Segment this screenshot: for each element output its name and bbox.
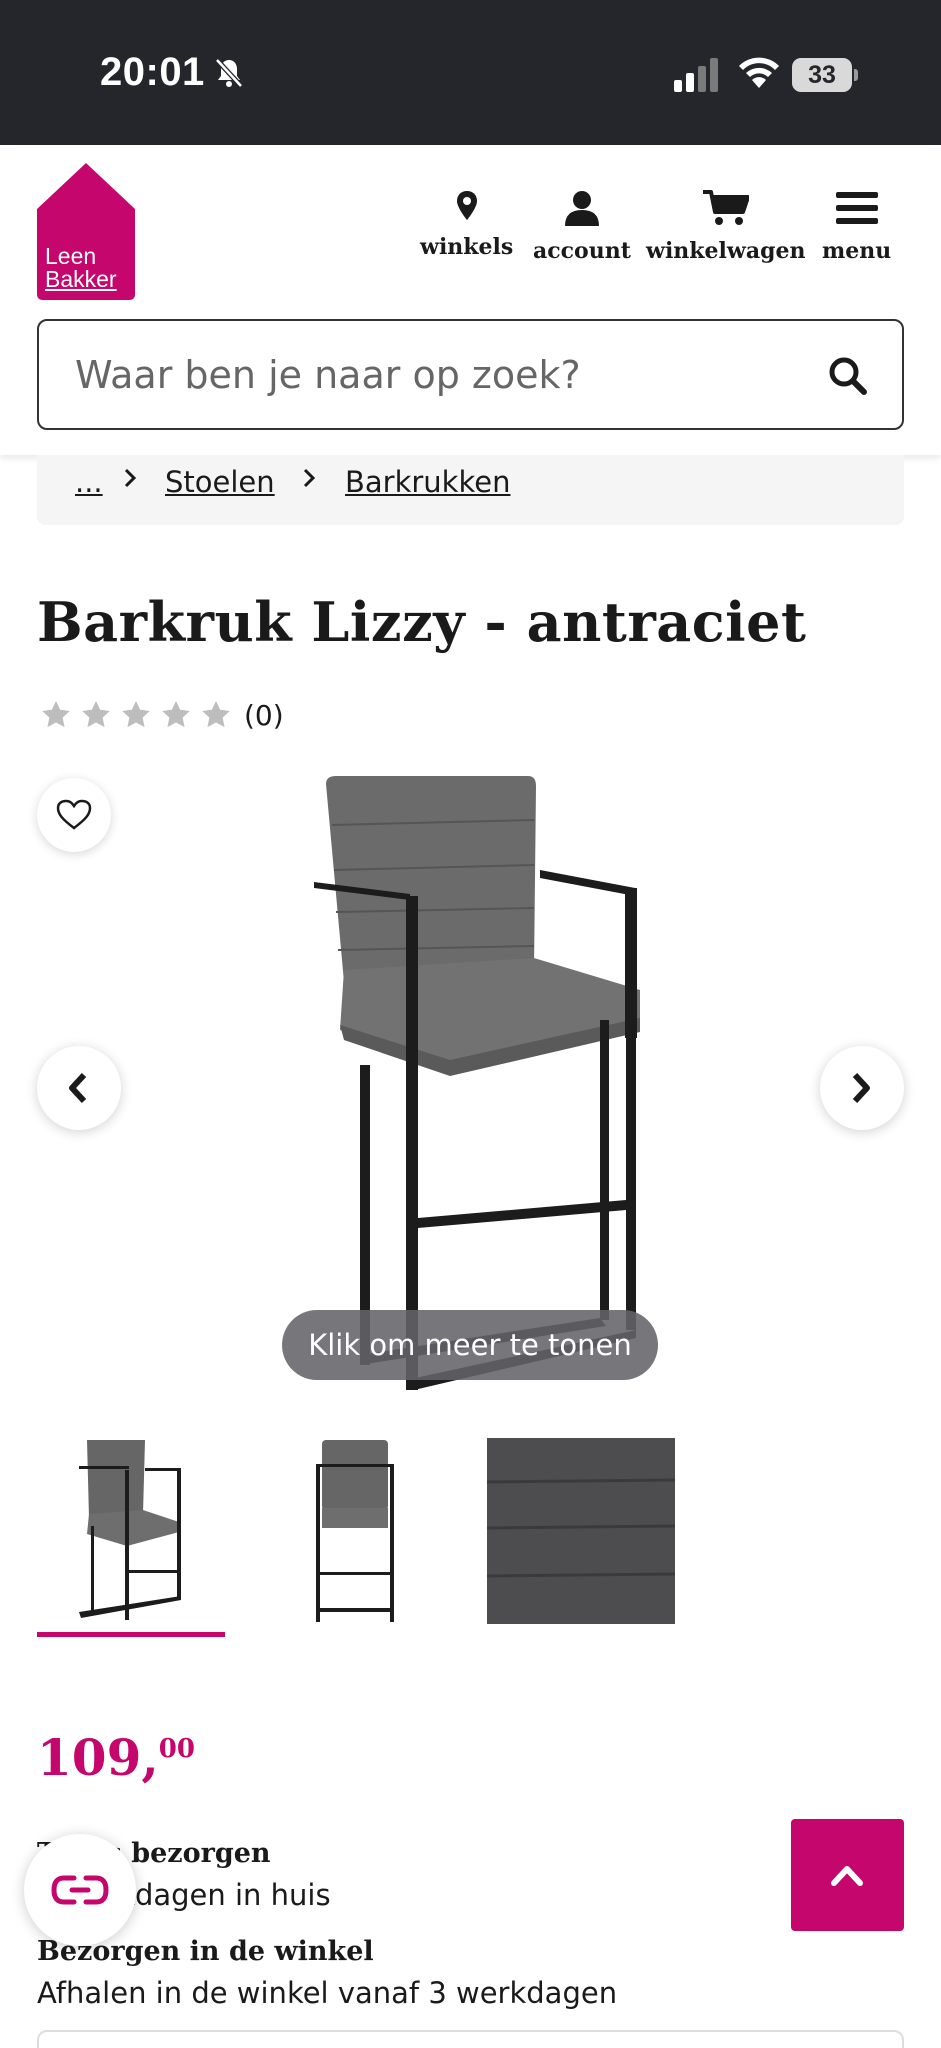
status-bar: 20:01 33 — [0, 0, 941, 145]
signal-icon — [674, 58, 718, 92]
search-icon[interactable] — [828, 356, 868, 396]
product-main-image[interactable] — [300, 770, 660, 1400]
nav-label: account — [533, 238, 631, 264]
search-input[interactable] — [75, 345, 815, 405]
review-count: (0) — [244, 698, 284, 732]
breadcrumb-barkrukken[interactable]: Barkrukken — [345, 465, 510, 499]
breadcrumb-ellipsis[interactable]: ... — [75, 465, 103, 499]
chat-icon — [51, 1875, 109, 1905]
product-rating[interactable]: (0) — [40, 698, 284, 732]
back-to-top-button[interactable] — [791, 1819, 904, 1931]
gallery-prev-button[interactable] — [37, 1046, 121, 1130]
product-title: Barkruk Lizzy - antraciet — [37, 590, 807, 654]
nav-label: menu — [822, 238, 892, 264]
star-icon — [162, 701, 190, 728]
search-bar — [37, 319, 904, 430]
star-icon — [42, 701, 70, 728]
breadcrumb: ... Stoelen Barkrukken — [37, 455, 904, 525]
gallery-next-button[interactable] — [820, 1046, 904, 1130]
chevron-right-icon — [303, 468, 316, 488]
show-more-button[interactable]: Klik om meer te tonen — [282, 1310, 658, 1380]
battery-icon: 33 — [792, 58, 858, 92]
chat-button[interactable] — [24, 1834, 136, 1946]
star-icon — [82, 701, 110, 728]
nav-winkels[interactable]: winkels — [420, 190, 513, 260]
status-time: 20:01 — [100, 50, 205, 94]
breadcrumb-stoelen[interactable]: Stoelen — [165, 465, 275, 499]
thumbnail-side-view[interactable] — [37, 1436, 227, 1626]
logo-text: Leen Bakker — [45, 243, 117, 292]
favorite-button[interactable] — [37, 778, 111, 852]
location-pin-icon — [456, 191, 477, 220]
price-integer: 109, — [37, 1728, 159, 1787]
bell-muted-icon — [215, 58, 243, 88]
leen-bakker-logo[interactable]: Leen Bakker — [37, 163, 135, 300]
chevron-up-icon — [831, 1866, 863, 1886]
chevron-right-icon — [124, 468, 137, 488]
product-gallery: Klik om meer te tonen — [0, 770, 941, 1400]
hamburger-icon — [835, 192, 878, 224]
nav-account[interactable]: account — [533, 190, 631, 264]
nav-label: winkelwagen — [646, 238, 806, 264]
battery-level: 33 — [792, 58, 852, 92]
nav-label: winkels — [420, 234, 514, 260]
thumbnail-front-view[interactable] — [260, 1436, 450, 1626]
cart-icon — [702, 190, 749, 225]
user-icon — [564, 191, 599, 226]
delivery-store-text: Afhalen in de winkel vanaf 3 werkdagen — [37, 1976, 618, 2010]
star-icon — [202, 701, 230, 728]
price-decimals: 00 — [158, 1734, 195, 1764]
thumbnail-active-indicator — [37, 1632, 225, 1637]
chevron-right-icon — [852, 1072, 870, 1104]
product-price: 109,00 — [37, 1728, 195, 1787]
star-icon — [122, 701, 150, 728]
thumbnail-fabric-detail[interactable] — [487, 1436, 677, 1626]
heart-icon — [56, 799, 92, 830]
chevron-left-icon — [69, 1072, 87, 1104]
site-header: Leen Bakker winkels account winkelwagen — [0, 145, 941, 455]
wifi-icon — [739, 57, 779, 88]
next-section-card — [37, 2030, 904, 2048]
nav-menu[interactable]: menu — [822, 190, 891, 264]
nav-winkelwagen[interactable]: winkelwagen — [646, 190, 805, 264]
